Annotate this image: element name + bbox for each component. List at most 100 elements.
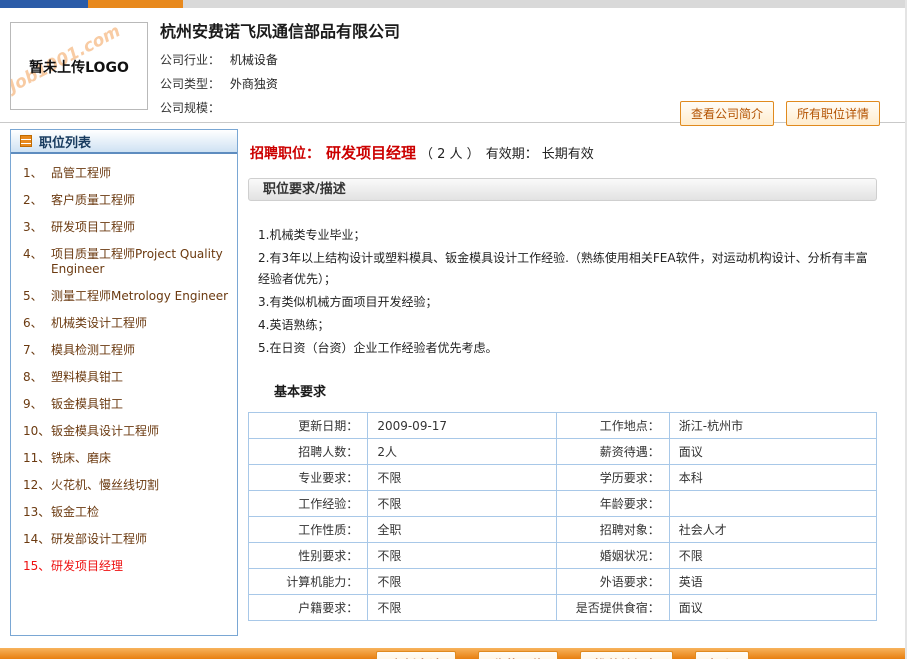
job-title-label: 招聘职位：: [250, 146, 320, 162]
job-list: 1、品管工程师 2、客户质量工程师 3、研发项目工程师 4、项目质量工程师Pro…: [11, 154, 237, 586]
field-value: 本科: [669, 465, 876, 491]
top-bar-blue-segment: [0, 0, 88, 8]
sidebar-item-job-13[interactable]: 13、钣金工检: [15, 499, 233, 526]
table-row: 工作经验： 不限 年龄要求：: [249, 491, 877, 517]
field-value: 不限: [368, 543, 556, 569]
job-detail-panel: 招聘职位： 研发项目经理 （ 2 人 ） 有效期： 长期有效 职位要求/描述 1.机械类…: [238, 129, 905, 648]
description-line: 2.有3年以上结构设计或塑料模具、钣金模具设计工作经验.（熟练使用相关FEA软件…: [258, 248, 871, 290]
table-row: 性别要求： 不限 婚姻状况： 不限: [249, 543, 877, 569]
sidebar-item-job-10[interactable]: 10、钣金模具设计工程师: [15, 418, 233, 445]
field-value: 不限: [368, 491, 556, 517]
sidebar-item-job-15[interactable]: 15、研发项目经理: [15, 553, 233, 580]
description-line: 4.英语熟练；: [258, 315, 871, 336]
logo-placeholder-text: 暂未上传LOGO: [11, 57, 147, 77]
sidebar-item-job-8[interactable]: 8、塑料模具钳工: [15, 364, 233, 391]
field-value: 面议: [669, 595, 876, 621]
company-info: 杭州安费诺飞凤通信部品有限公司 公司行业： 机械设备 公司类型： 外商独资 公司…: [160, 8, 905, 116]
job-description: 1.机械类专业毕业； 2.有3年以上结构设计或塑料模具、钣金模具设计工作经验.（…: [248, 217, 877, 359]
sidebar-item-job-11[interactable]: 11、铣床、磨床: [15, 445, 233, 472]
company-name: 杭州安费诺飞凤通信部品有限公司: [160, 18, 905, 42]
field-label: 工作经验：: [249, 491, 368, 517]
field-value: 面议: [669, 439, 876, 465]
field-label: 年龄要求：: [556, 491, 669, 517]
field-value: 2009-09-17: [368, 413, 556, 439]
view-company-profile-button[interactable]: 查看公司简介: [680, 101, 774, 126]
job-description-section-header: 职位要求/描述: [248, 178, 877, 201]
top-bar-orange-segment: [88, 0, 183, 8]
job-title: 研发项目经理: [326, 144, 416, 162]
list-icon: [20, 135, 32, 147]
field-value: 不限: [368, 595, 556, 621]
top-accent-bar: [0, 0, 905, 8]
field-label: 学历要求：: [556, 465, 669, 491]
field-label: 薪资待遇：: [556, 439, 669, 465]
sidebar-item-job-5[interactable]: 5、测量工程师Metrology Engineer: [15, 283, 233, 310]
all-positions-button[interactable]: 所有职位详情: [786, 101, 880, 126]
page: Job1001.com 暂未上传LOGO 杭州安费诺飞凤通信部品有限公司 公司行…: [0, 0, 907, 659]
company-industry-value: 机械设备: [230, 53, 278, 67]
company-type-value: 外商独资: [230, 77, 278, 91]
top-bar-gray-segment: [183, 0, 905, 8]
field-value: 不限: [368, 569, 556, 595]
field-label: 工作性质：: [249, 517, 368, 543]
company-type-row: 公司类型： 外商独资: [160, 75, 905, 92]
field-value: 浙江-杭州市: [669, 413, 876, 439]
print-button[interactable]: 打印: [695, 651, 749, 659]
job-header: 招聘职位： 研发项目经理 （ 2 人 ） 有效期： 长期有效: [250, 142, 877, 163]
company-industry-label: 公司行业：: [160, 53, 220, 67]
field-label: 婚姻状况：: [556, 543, 669, 569]
company-type-label: 公司类型：: [160, 77, 220, 91]
table-row: 计算机能力： 不限 外语要求： 英语: [249, 569, 877, 595]
field-value: 2人: [368, 439, 556, 465]
sidebar-item-job-9[interactable]: 9、钣金模具钳工: [15, 391, 233, 418]
sidebar-item-job-3[interactable]: 3、研发项目工程师: [15, 214, 233, 241]
validity-label: 有效期：: [486, 147, 538, 162]
field-value: 不限: [368, 465, 556, 491]
description-line: 5.在日资（台资）企业工作经验者优先考虑。: [258, 338, 871, 359]
sidebar-item-job-1[interactable]: 1、品管工程师: [15, 160, 233, 187]
field-label: 工作地点：: [556, 413, 669, 439]
company-header: Job1001.com 暂未上传LOGO 杭州安费诺飞凤通信部品有限公司 公司行…: [0, 8, 905, 122]
sidebar-item-job-7[interactable]: 7、模具检测工程师: [15, 337, 233, 364]
company-size-label: 公司规模：: [160, 101, 220, 115]
sidebar-item-job-4[interactable]: 4、项目质量工程师Project Quality Engineer: [15, 241, 233, 283]
table-row: 户籍要求： 不限 是否提供食宿： 面议: [249, 595, 877, 621]
job-list-sidebar: 职位列表 1、品管工程师 2、客户质量工程师 3、研发项目工程师 4、项目质量工…: [10, 129, 238, 636]
field-value: [669, 491, 876, 517]
field-value: 英语: [669, 569, 876, 595]
recommend-to-friend-button[interactable]: 推荐给好友: [580, 651, 673, 659]
description-line: 1.机械类专业毕业；: [258, 225, 871, 246]
field-label: 计算机能力：: [249, 569, 368, 595]
company-industry-row: 公司行业： 机械设备: [160, 51, 905, 68]
basic-requirements-header: 基本要求: [274, 381, 877, 400]
action-buttons: 立刻申请 收藏职位 推荐给好友 打印: [248, 651, 877, 659]
content-area: 职位列表 1、品管工程师 2、客户质量工程师 3、研发项目工程师 4、项目质量工…: [0, 122, 905, 648]
company-logo-placeholder: Job1001.com 暂未上传LOGO: [10, 22, 148, 110]
field-label: 户籍要求：: [249, 595, 368, 621]
field-label: 招聘人数：: [249, 439, 368, 465]
field-label: 性别要求：: [249, 543, 368, 569]
sidebar-title: 职位列表: [39, 132, 91, 151]
field-label: 专业要求：: [249, 465, 368, 491]
field-value: 全职: [368, 517, 556, 543]
sidebar-item-job-2[interactable]: 2、客户质量工程师: [15, 187, 233, 214]
table-row: 招聘人数： 2人 薪资待遇： 面议: [249, 439, 877, 465]
field-label: 外语要求：: [556, 569, 669, 595]
field-label: 更新日期：: [249, 413, 368, 439]
field-label: 是否提供食宿：: [556, 595, 669, 621]
field-label: 招聘对象：: [556, 517, 669, 543]
basic-requirements-table: 更新日期： 2009-09-17 工作地点： 浙江-杭州市 招聘人数： 2人 薪…: [248, 412, 877, 621]
sidebar-header: 职位列表: [11, 130, 237, 154]
field-value: 社会人才: [669, 517, 876, 543]
table-row: 专业要求： 不限 学历要求： 本科: [249, 465, 877, 491]
table-row: 工作性质： 全职 招聘对象： 社会人才: [249, 517, 877, 543]
sidebar-item-job-12[interactable]: 12、火花机、慢丝线切割: [15, 472, 233, 499]
sidebar-item-job-14[interactable]: 14、研发部设计工程师: [15, 526, 233, 553]
save-job-button[interactable]: 收藏职位: [478, 651, 558, 659]
validity-value: 长期有效: [542, 147, 594, 162]
description-line: 3.有类似机械方面项目开发经验；: [258, 292, 871, 313]
job-headcount: （ 2 人 ）: [420, 147, 480, 162]
field-value: 不限: [669, 543, 876, 569]
sidebar-item-job-6[interactable]: 6、机械类设计工程师: [15, 310, 233, 337]
apply-now-button[interactable]: 立刻申请: [376, 651, 456, 659]
